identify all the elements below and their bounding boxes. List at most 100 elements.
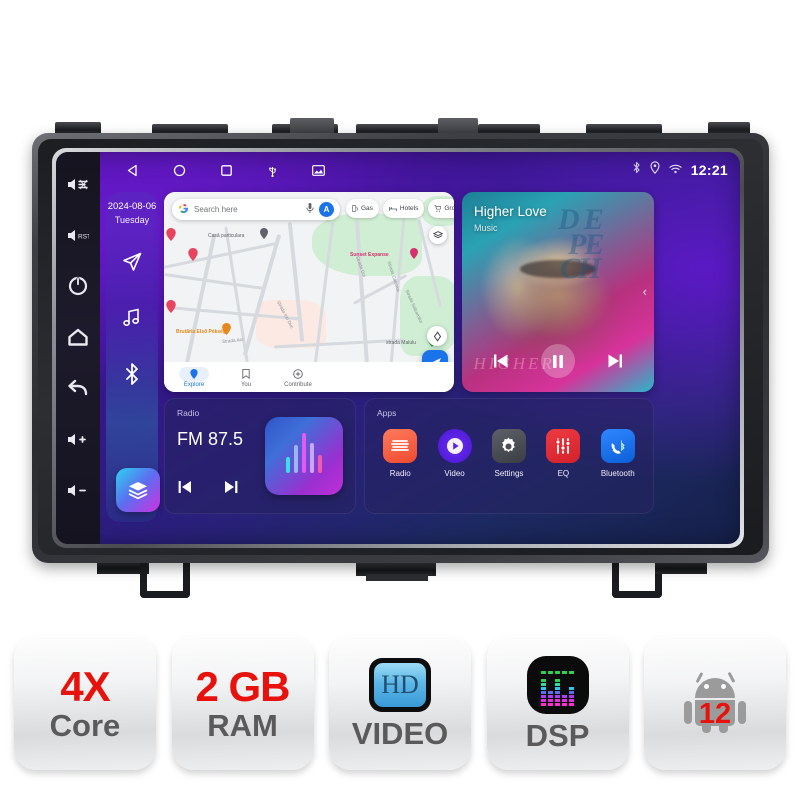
app-label: Settings — [494, 469, 524, 478]
bluetooth-icon[interactable] — [112, 353, 152, 395]
product-image: RST — [0, 0, 800, 800]
poi-label: Casă particulara — [208, 233, 245, 239]
radio-app-icon[interactable] — [383, 429, 418, 463]
chip-label: Groceries — [444, 205, 454, 212]
app-eq[interactable]: EQ — [538, 429, 588, 478]
map-search-bar[interactable]: Search here A — [172, 199, 340, 220]
pin-icon — [190, 368, 198, 379]
map-road — [164, 273, 264, 290]
next-track-button[interactable] — [606, 353, 624, 369]
app-label: Video — [444, 469, 465, 478]
hardware-button-strip: RST — [56, 152, 100, 544]
app-video[interactable]: Video — [430, 429, 480, 478]
cpu-badge-label: Core — [49, 707, 121, 743]
map-search-input[interactable]: Search here — [194, 205, 301, 214]
artwork-scribble: D E PE CH — [558, 208, 604, 286]
chip-label: Hotels — [399, 205, 419, 212]
map-bottom-nav: Explore You Contribute — [164, 362, 454, 392]
app-label: Radio — [389, 469, 411, 478]
bluetooth-app-icon[interactable] — [600, 429, 635, 463]
home-screen-content: 2024-08-06 Tuesday Strada Ion Duc Strada… — [100, 188, 740, 544]
wifi-icon — [669, 161, 682, 179]
hd-tile-icon: HD — [369, 657, 431, 712]
app-radio[interactable]: Radio — [375, 429, 425, 478]
date-value: 2024-08-06 — [107, 201, 157, 212]
app-label: Bluetooth — [600, 469, 635, 478]
map-layers-button[interactable] — [429, 226, 447, 244]
radio-waveform-icon — [265, 417, 343, 495]
app-settings[interactable]: Settings — [484, 429, 534, 478]
eq-app-icon[interactable] — [546, 429, 581, 463]
map-nav-label: Explore — [183, 381, 205, 388]
poi-label: Brutăria Első Pékség — [176, 329, 227, 335]
chevron-left-icon[interactable]: ‹ — [643, 284, 647, 299]
android-version: 12 — [698, 698, 732, 730]
radio-widget[interactable]: Radio FM 87.5 — [164, 398, 356, 514]
avatar[interactable]: A — [319, 202, 334, 217]
layers-icon — [433, 230, 443, 238]
map-nav-explore[interactable]: Explore — [168, 366, 220, 388]
screenshot-icon[interactable] — [312, 164, 325, 176]
touchscreen-display[interactable]: RST — [56, 152, 740, 544]
microphone-icon[interactable] — [306, 201, 314, 219]
chip-groceries[interactable]: Groceries — [428, 199, 454, 218]
status-clock: 12:21 — [690, 162, 728, 178]
map-pin — [260, 228, 268, 239]
map-pin — [222, 323, 231, 335]
back-button[interactable] — [61, 364, 95, 412]
usb-icon[interactable] — [267, 164, 278, 177]
home-button[interactable] — [61, 313, 95, 361]
app-drawer-icon[interactable] — [116, 468, 160, 512]
weekday-value: Tuesday — [114, 214, 150, 225]
video-badge-label: VIDEO — [351, 715, 449, 751]
dsp-badge: DSP — [486, 636, 629, 770]
map-nav-you[interactable]: You — [220, 367, 272, 388]
app-label: EQ — [557, 469, 570, 478]
cpu-badge-value: 4X — [60, 662, 110, 710]
street-label: Strada Arc — [221, 336, 244, 345]
radio-next-button[interactable] — [223, 480, 239, 499]
bluetooth-icon — [632, 161, 641, 179]
ram-badge-label: RAM — [207, 707, 278, 743]
chip-hotels[interactable]: Hotels — [382, 199, 425, 218]
map-pin — [410, 248, 418, 259]
back-icon[interactable] — [126, 164, 139, 177]
android-badge: 12 — [644, 636, 786, 770]
ram-badge-value: 2 GB — [195, 662, 290, 710]
settings-app-icon[interactable] — [491, 429, 526, 463]
volume-down-button[interactable] — [61, 466, 95, 514]
radio-previous-button[interactable] — [177, 480, 193, 499]
map-category-chips: Gas Hotels Groceries — [346, 199, 454, 218]
previous-track-button[interactable] — [492, 353, 510, 369]
poi-label: strada Malulu — [386, 340, 417, 346]
music-icon[interactable] — [112, 297, 152, 339]
gas-icon — [352, 205, 358, 212]
dsp-badge-label: DSP — [525, 717, 590, 753]
maps-widget[interactable]: Strada Ion Duc Strada Salcamilor Strada … — [164, 192, 454, 392]
chip-gas[interactable]: Gas — [346, 199, 379, 218]
volume-up-button[interactable] — [61, 415, 95, 463]
map-compass-button[interactable] — [427, 326, 447, 346]
app-bluetooth[interactable]: Bluetooth — [593, 429, 643, 478]
android-robot-icon: 12 — [683, 672, 747, 733]
video-app-icon[interactable] — [437, 429, 472, 463]
map-pin — [166, 228, 176, 241]
map-pin — [166, 300, 176, 313]
svg-text:RST: RST — [78, 233, 89, 240]
home-icon[interactable] — [173, 164, 186, 177]
status-bar-right: 12:21 — [632, 152, 728, 188]
map-road — [164, 241, 280, 270]
equalizer-icon — [526, 655, 589, 714]
navigation-icon[interactable] — [112, 241, 152, 283]
pause-button[interactable] — [540, 344, 575, 378]
mute-button[interactable] — [61, 160, 95, 208]
recents-icon[interactable] — [220, 164, 233, 177]
ram-badge: 2 GB RAM — [171, 636, 314, 770]
radio-frequency: FM 87.5 — [177, 429, 244, 449]
music-track-title: Higher Love — [474, 204, 547, 219]
reset-button[interactable]: RST — [61, 211, 95, 259]
music-widget[interactable]: D E PE CH HIGHER Higher Love Music ‹ — [462, 192, 654, 392]
map-nav-contribute[interactable]: Contribute — [272, 367, 324, 388]
power-button[interactable] — [61, 262, 95, 310]
apps-row: Radio Video Settings EQ Bluetooth — [365, 429, 653, 478]
